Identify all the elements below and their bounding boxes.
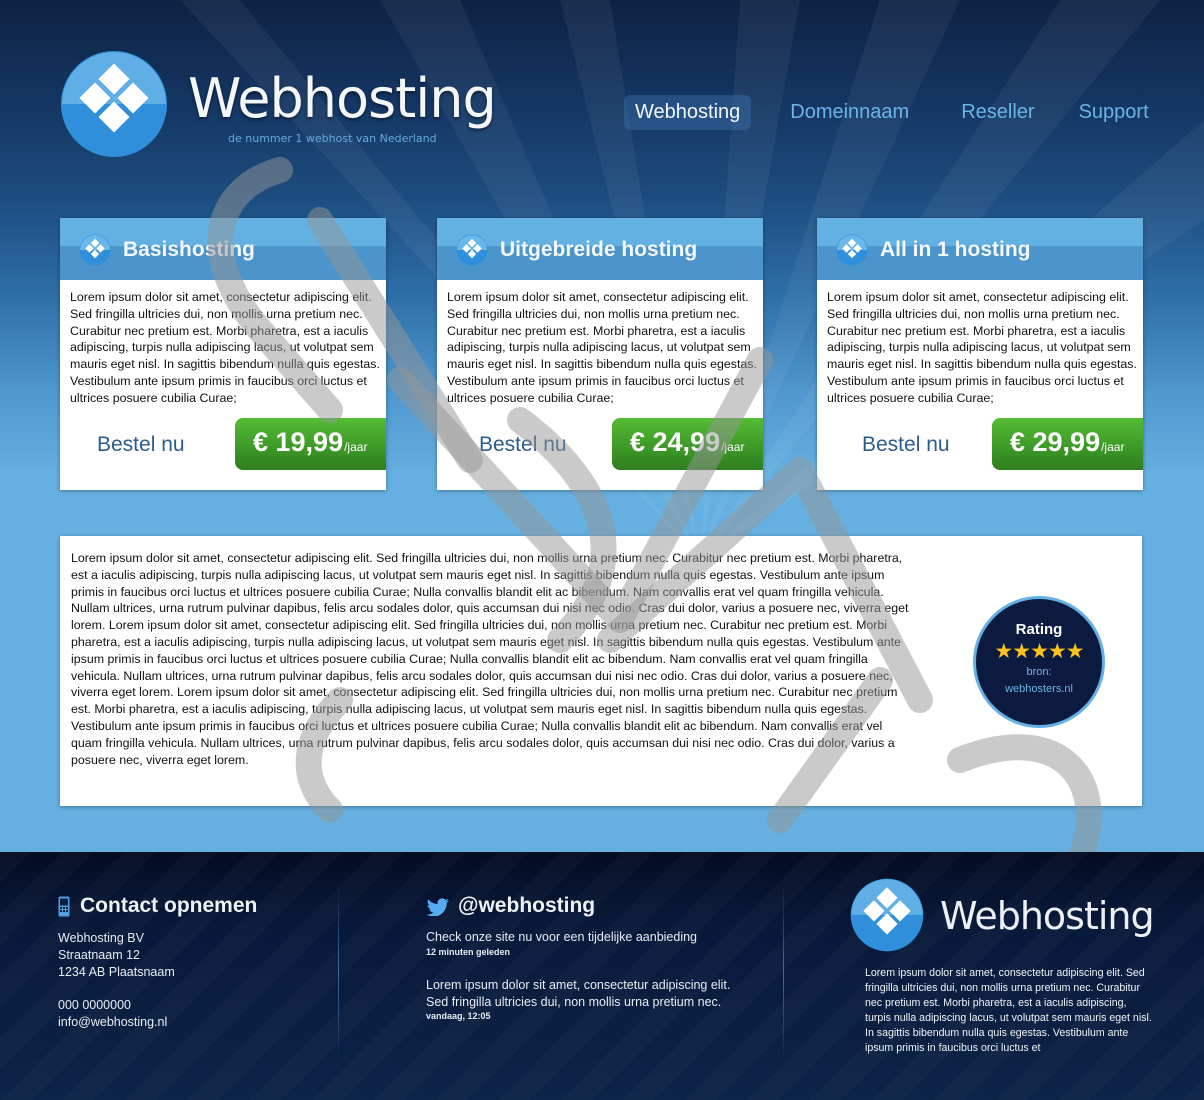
nav-item-support[interactable]: Support [1068,95,1160,130]
tagline: de nummer 1 webhost van Nederland [228,132,437,145]
hosting-card-basis: Basishosting Lorem ipsum dolor sit amet,… [60,218,386,490]
order-button[interactable]: Bestel nu [862,433,950,457]
contact-street: Straatnaam 12 [58,947,140,962]
rating-source: webhosters.nl [1005,683,1073,696]
rating-source-label: bron: [1026,666,1052,679]
rating-badge[interactable]: Rating ★★★★★ bron: webhosters.nl [973,596,1105,728]
nav-item-webhosting[interactable]: Webhosting [624,95,752,130]
card-title: All in 1 hosting [880,238,1031,261]
twitter-handle[interactable]: @webhosting [458,894,595,918]
card-title: Basishosting [123,238,255,261]
rating-title: Rating [1015,621,1063,638]
diamond-cluster-logo-icon[interactable] [60,50,168,158]
card-title: Uitgebreide hosting [500,238,698,261]
tweet-time: vandaag, 12:05 [426,1011,491,1022]
tweet: Check onze site nu voor een tijdelijke a… [426,929,736,958]
nav-item-reseller[interactable]: Reseller [950,95,1045,130]
footer-brand-name: Webhosting [940,894,1155,938]
tweet-text: Lorem ipsum dolor sit amet, consectetur … [426,977,731,1009]
footer-about-text: Lorem ipsum dolor sit amet, consectetur … [865,967,1152,1054]
footer-divider [783,882,784,1062]
price-unit: /jaar [1101,440,1125,454]
card-header: Basishosting [60,218,386,280]
card-description: Lorem ipsum dolor sit amet, consectetur … [447,290,757,405]
hosting-card-all-in-1: All in 1 hosting Lorem ipsum dolor sit a… [817,218,1143,490]
price-badge[interactable]: € 24,99/jaar [612,418,763,470]
mobile-phone-icon [58,896,70,917]
hosting-card-uitgebreid: Uitgebreide hosting Lorem ipsum dolor si… [437,218,763,490]
contact-city: 1234 AB Plaatsnaam [58,964,175,979]
tweet-text: Check onze site nu voor een tijdelijke a… [426,930,698,944]
tweet-list: Check onze site nu voor een tijdelijke a… [426,929,736,1022]
card-description: Lorem ipsum dolor sit amet, consectetur … [70,290,380,405]
card-header: All in 1 hosting [817,218,1143,280]
diamond-cluster-icon [79,234,111,266]
price-value: € 24,99 [630,427,721,457]
price-unit: /jaar [721,440,745,454]
diamond-cluster-icon [836,234,868,266]
brand-name[interactable]: Webhosting [188,72,497,126]
star-rating-icon: ★★★★★ [994,639,1084,663]
price-value: € 29,99 [1010,427,1101,457]
footer-divider [338,882,339,1062]
card-description: Lorem ipsum dolor sit amet, consectetur … [827,290,1137,405]
diamond-cluster-logo-icon [850,878,924,952]
card-header: Uitgebreide hosting [437,218,763,280]
nav-item-domeinnaam[interactable]: Domeinnaam [779,95,920,130]
diamond-cluster-icon [456,234,488,266]
contact-heading: Contact opnemen [80,894,258,917]
contact-phone[interactable]: 000 0000000 [58,997,175,1014]
price-unit: /jaar [344,440,368,454]
contact-company: Webhosting BV [58,931,144,945]
order-button[interactable]: Bestel nu [479,433,567,457]
price-badge[interactable]: € 29,99/jaar [992,418,1143,470]
content-panel: Lorem ipsum dolor sit amet, consectetur … [60,536,1142,806]
tweet-time: 12 minuten geleden [426,946,511,957]
price-value: € 19,99 [253,427,344,457]
order-button[interactable]: Bestel nu [97,433,185,457]
main-nav: Webhosting Domeinnaam Reseller Support [624,95,1175,130]
site-footer: Contact opnemen Webhosting BV Straatnaam… [0,852,1204,1100]
contact-email-link[interactable]: info@webhosting.nl [58,1015,167,1029]
price-badge[interactable]: € 19,99/jaar [235,418,386,470]
tweet: Lorem ipsum dolor sit amet, consectetur … [426,977,736,1023]
twitter-bird-icon[interactable] [426,898,450,916]
content-text: Lorem ipsum dolor sit amet, consectetur … [71,551,909,767]
